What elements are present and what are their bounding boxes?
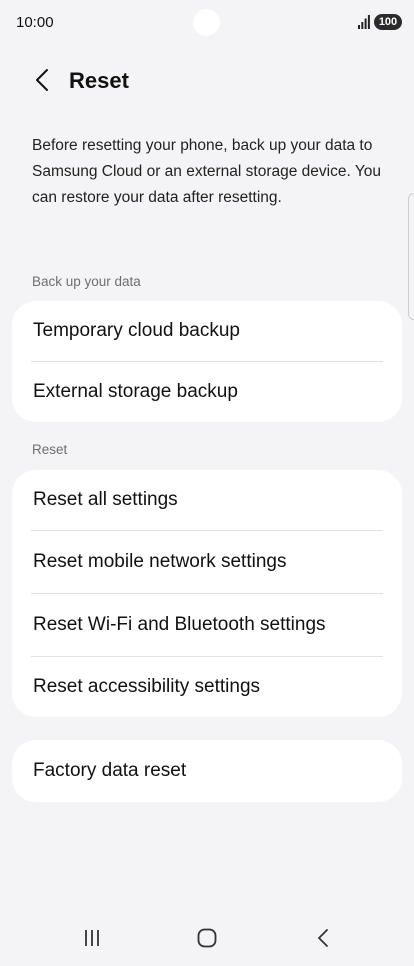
signal-icon [358,15,370,29]
home-button[interactable] [187,922,227,954]
status-bar: 10:00 100 [0,0,414,44]
reset-card: Reset all settings Reset mobile network … [12,470,402,717]
factory-data-reset-item[interactable]: Factory data reset [12,740,402,802]
recents-icon [85,930,99,946]
navigation-bar [0,910,414,966]
camera-cutout [193,9,220,36]
chevron-left-icon [36,69,48,91]
reset-wifi-bluetooth-settings-item[interactable]: Reset Wi-Fi and Bluetooth settings [12,594,402,656]
scrollbar[interactable] [408,193,414,320]
reset-all-settings-item[interactable]: Reset all settings [12,470,402,530]
reset-accessibility-settings-item[interactable]: Reset accessibility settings [12,657,402,717]
reset-mobile-network-settings-item[interactable]: Reset mobile network settings [12,531,402,593]
app-header: Reset [0,58,414,104]
home-icon [197,928,217,948]
back-icon [318,929,328,947]
page-title: Reset [69,68,129,93]
factory-reset-card: Factory data reset [12,740,402,802]
reset-screen: 10:00 100 Reset Before resetting your ph… [0,0,414,966]
temporary-cloud-backup-item[interactable]: Temporary cloud backup [12,301,402,361]
backup-card: Temporary cloud backup External storage … [12,301,402,422]
external-storage-backup-item[interactable]: External storage backup [12,362,402,422]
status-time: 10:00 [16,14,54,31]
reset-description: Before resetting your phone, back up you… [32,137,381,206]
nav-back-button[interactable] [303,922,343,954]
recents-button[interactable] [72,922,112,954]
battery-icon: 100 [374,14,402,30]
section-label-reset: Reset [32,442,68,457]
back-button[interactable] [24,62,60,98]
section-label-backup: Back up your data [32,274,141,289]
